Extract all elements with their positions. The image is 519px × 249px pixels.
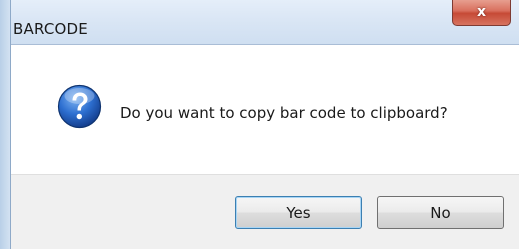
window-frame-left — [0, 0, 11, 249]
close-icon: x — [476, 4, 487, 20]
message-dialog: BARCODE x Do you want to copy bar code t… — [0, 0, 519, 249]
title-bar[interactable]: BARCODE — [11, 0, 519, 44]
no-button[interactable]: No — [377, 196, 504, 229]
window-title: BARCODE — [13, 20, 88, 38]
yes-button[interactable]: Yes — [235, 196, 362, 229]
question-icon — [57, 84, 102, 129]
close-button[interactable]: x — [452, 0, 511, 26]
dialog-message: Do you want to copy bar code to clipboar… — [120, 104, 448, 122]
